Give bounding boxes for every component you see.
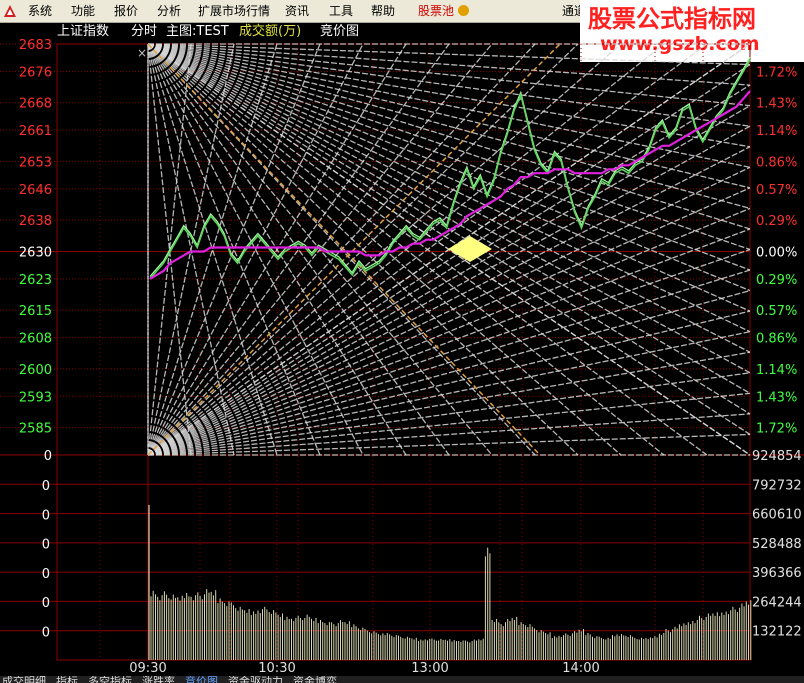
volume-tick-label: 660610 xyxy=(752,508,802,523)
volume-left-label: 0 xyxy=(42,567,50,582)
close-chart-icon: × xyxy=(137,46,147,60)
volume-tick-label: 528488 xyxy=(752,537,802,552)
percent-tick-label: 1.14% xyxy=(756,363,797,378)
bottom-tab[interactable]: 指标 xyxy=(56,676,78,683)
percent-tick-label: 1.72% xyxy=(756,65,797,80)
price-tick-label: 2630 xyxy=(19,245,52,260)
fan-line xyxy=(147,43,751,271)
fan-line xyxy=(147,146,751,456)
volume-tick-label: 792732 xyxy=(752,478,802,493)
price-tick-label: 2676 xyxy=(19,65,52,80)
fan-line xyxy=(147,372,751,456)
auction-diamond xyxy=(448,236,492,262)
bottom-tab[interactable]: 成交明细 xyxy=(2,676,46,683)
fan-line xyxy=(147,43,751,230)
time-tick-label: 10:30 xyxy=(258,661,295,676)
volume-tick-label: 264244 xyxy=(752,595,802,610)
volume-tick-label: 924854 xyxy=(752,449,802,464)
time-tick-label: 13:00 xyxy=(411,661,448,676)
price-tick-label: 2615 xyxy=(19,304,52,319)
price-tick-label: 2638 xyxy=(19,214,52,229)
price-tick-label: 2593 xyxy=(19,390,52,405)
bottom-tab[interactable]: 涨跌率 xyxy=(142,676,175,683)
fan-line xyxy=(147,43,751,312)
fan-line xyxy=(147,43,751,374)
percent-tick-label: 1.14% xyxy=(756,124,797,139)
price-tick-label: 2646 xyxy=(19,183,52,198)
bottom-tab-bar: 成交明细 指标 多空指标 涨跌率 竞价图 资金驱动力 资金博弈 xyxy=(0,676,804,683)
price-tick-label: 2653 xyxy=(19,155,52,170)
time-tick-label: 14:00 xyxy=(562,661,599,676)
percent-tick-label: 1.43% xyxy=(756,97,797,112)
volume-left-label: 0 xyxy=(42,625,50,640)
percent-tick-label: 1.43% xyxy=(756,390,797,405)
volume-left-label: 0 xyxy=(42,538,50,553)
bottom-tab[interactable]: 资金驱动力 xyxy=(228,676,283,683)
price-tick-label: 2668 xyxy=(19,97,52,112)
percent-tick-label: 0.29% xyxy=(756,273,797,288)
volume-left-label: 0 xyxy=(42,508,50,523)
bottom-tab[interactable]: 竞价图 xyxy=(185,676,218,683)
percent-tick-label: 0.57% xyxy=(756,304,797,319)
bottom-tab[interactable]: 多空指标 xyxy=(88,676,132,683)
volume-tick-label: 396366 xyxy=(752,566,802,581)
percent-tick-label: 0.86% xyxy=(756,332,797,347)
intraday-chart: 2683 2676 2668 2661 2653 2646 2638 2630 2623 2615… xyxy=(0,38,804,676)
fan-line xyxy=(147,289,751,456)
price-tick-label: 2600 xyxy=(19,363,52,378)
price-tick-label: 2623 xyxy=(19,273,52,288)
price-tick-label: 2608 xyxy=(19,332,52,347)
volume-left-label: 0 xyxy=(42,479,50,494)
volume-tick-label: 132122 xyxy=(752,625,802,640)
volume-left-label: 0 xyxy=(42,596,50,611)
percent-tick-label: 0.57% xyxy=(756,183,797,198)
price-axis-zero: 0 xyxy=(44,449,52,464)
fan-line xyxy=(147,433,751,456)
orange-diagonal xyxy=(147,43,561,456)
fan-line xyxy=(147,125,751,456)
bottom-tab[interactable]: 资金博弈 xyxy=(293,676,337,683)
percent-tick-label: 1.72% xyxy=(756,422,797,437)
fan-line xyxy=(147,43,751,66)
price-tick-label: 2661 xyxy=(19,124,52,139)
price-tick-label: 2683 xyxy=(19,38,52,53)
plot-frame xyxy=(56,43,751,661)
volume-bars-layer xyxy=(148,504,752,660)
time-tick-label: 09:30 xyxy=(129,661,166,676)
fan-lines-layer xyxy=(147,43,751,456)
price-tick-label: 2585 xyxy=(19,422,52,437)
fan-line xyxy=(147,43,751,353)
fan-line xyxy=(147,269,751,456)
percent-tick-label: 0.00% xyxy=(756,245,797,260)
fan-line xyxy=(147,187,751,456)
fan-line xyxy=(147,43,751,127)
percent-tick-label: 0.29% xyxy=(756,214,797,229)
percent-tick-label: 0.86% xyxy=(756,155,797,170)
